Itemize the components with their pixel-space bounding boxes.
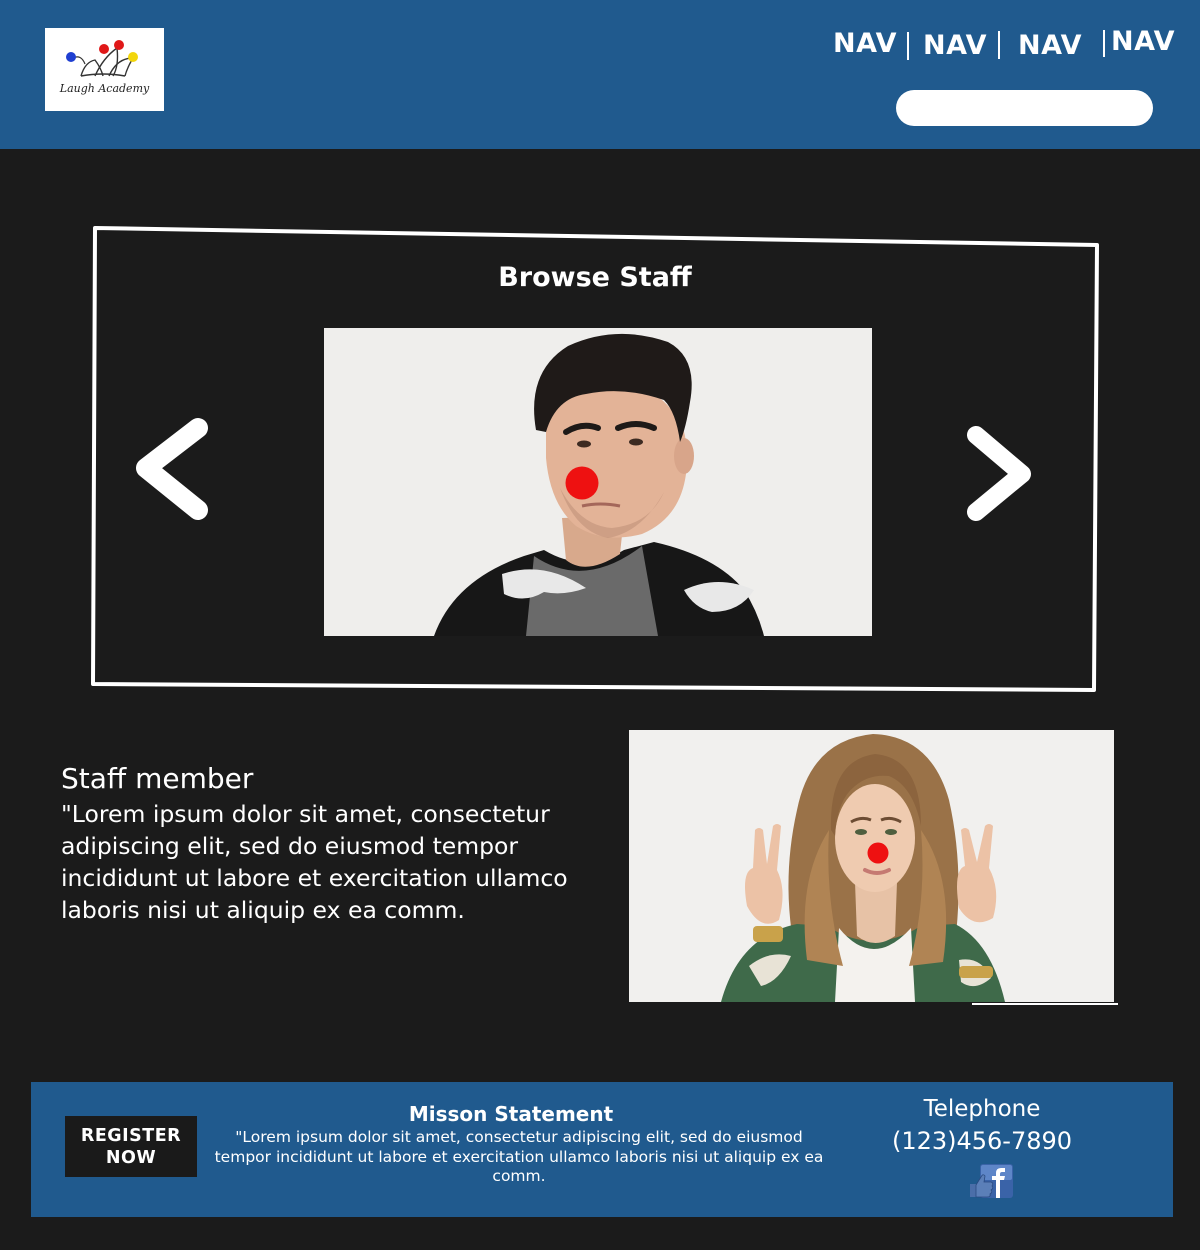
carousel-prev-button[interactable] [128,408,218,526]
facebook-like-icon[interactable] [968,1164,1014,1200]
staff-photo-carousel [324,328,872,636]
staff-photo-featured [629,730,1114,1002]
photo-underline [972,1003,1118,1005]
telephone-number: (123)456-7890 [891,1127,1073,1155]
mission-statement-title: Misson Statement [408,1102,614,1126]
facebook-icon [970,1164,1013,1198]
carousel-title: Browse Staff [498,262,692,293]
mission-statement-text: "Lorem ipsum dolor sit amet, consectetur… [214,1128,824,1185]
staff-portrait-female [629,730,1114,1002]
staff-member-heading: Staff member [61,762,254,795]
carousel-next-button[interactable] [958,420,1042,524]
staff-member-bio: "Lorem ipsum dolor sit amet, consectetur… [61,800,568,924]
chevron-left-icon [136,418,208,520]
register-label-line1: REGISTER [80,1125,182,1146]
staff-portrait-male [324,328,872,636]
register-now-button[interactable]: REGISTER NOW [65,1116,197,1177]
chevron-right-icon [967,426,1031,521]
telephone-label: Telephone [923,1096,1041,1122]
register-label-line2: NOW [105,1147,157,1168]
site-footer: REGISTER NOW Misson Statement "Lorem ips… [31,1082,1173,1217]
